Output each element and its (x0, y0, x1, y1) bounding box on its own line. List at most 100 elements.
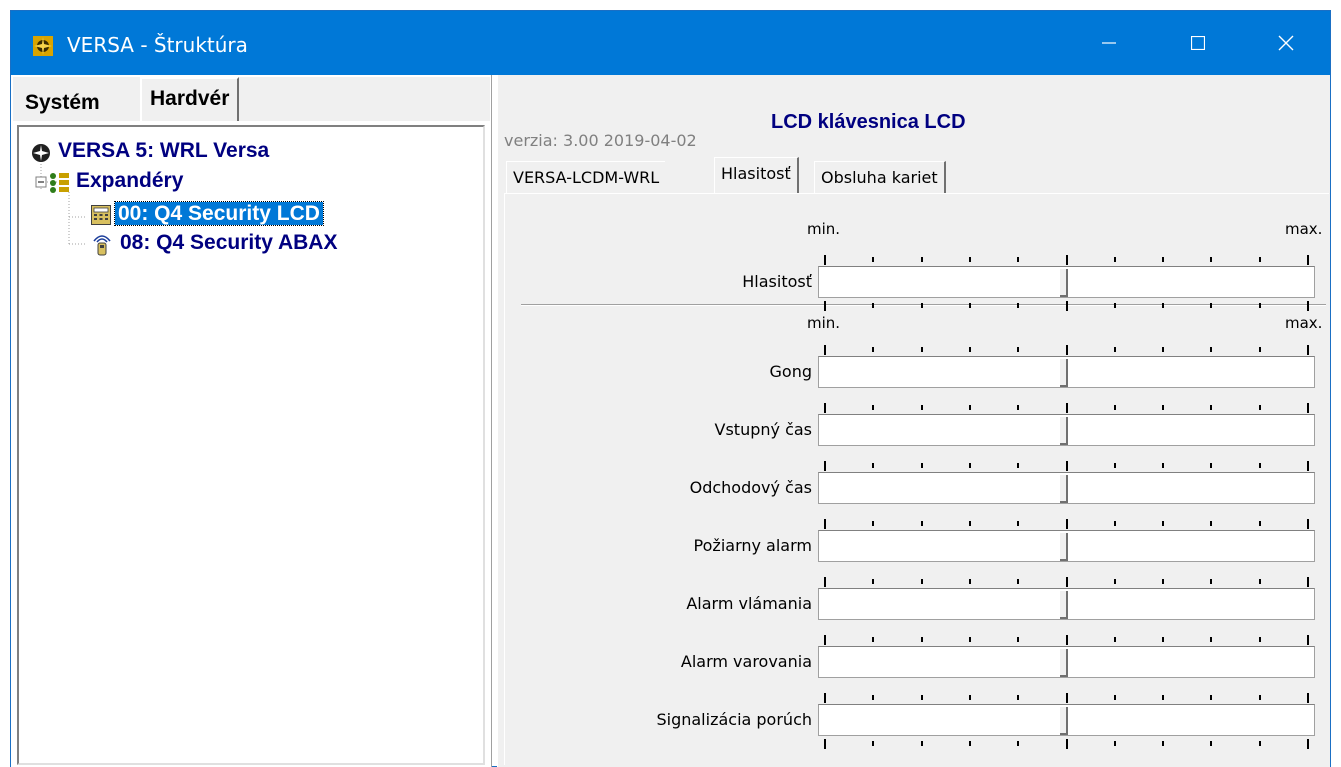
slider-tick (969, 579, 971, 584)
slider-tick (1162, 521, 1164, 526)
slider-thumb[interactable] (1060, 707, 1068, 735)
slider-thumb[interactable] (1060, 417, 1068, 445)
slider-tick (1210, 579, 1212, 584)
tree-group-expandery[interactable]: Expandéry (49, 169, 186, 193)
tab-hlasitost[interactable]: Hlasitosť (714, 157, 799, 193)
slider-track[interactable] (818, 266, 1315, 298)
slider-tick (1114, 463, 1116, 468)
slider-tick (872, 579, 874, 584)
slider-tick (1210, 695, 1212, 700)
slider-tick (969, 521, 971, 526)
expanders-icon (50, 173, 69, 193)
slider-tick (872, 257, 874, 262)
slider-tick (921, 695, 923, 700)
slider-tick (1017, 741, 1019, 746)
slider-tick (872, 521, 874, 526)
slider-tick (1066, 635, 1068, 645)
slider-track[interactable] (818, 414, 1315, 446)
slider-tick (1066, 301, 1068, 311)
slider-tick (1210, 303, 1212, 308)
minimize-icon (1102, 42, 1116, 44)
slider-tick (1114, 257, 1116, 262)
slider-tick (1017, 695, 1019, 700)
slider-tick (969, 303, 971, 308)
slider-tick (1114, 695, 1116, 700)
slider-tick (872, 637, 874, 642)
slider-tick (824, 519, 826, 529)
slider-thumb[interactable] (1060, 533, 1068, 561)
slider-label: Alarm vlámania (686, 594, 812, 613)
slider-track[interactable] (818, 704, 1315, 736)
slider-tick (1210, 405, 1212, 410)
slider-tick (969, 405, 971, 410)
slider-tick (969, 695, 971, 700)
tree-group-label: Expandéry (76, 169, 184, 192)
slider-label: Vstupný čas (714, 420, 812, 439)
slider-tick (1259, 741, 1261, 746)
window-title: VERSA - Štruktúra (67, 33, 248, 57)
slider-track[interactable] (818, 588, 1315, 620)
title-bar[interactable]: VERSA - Štruktúra (11, 11, 1330, 75)
slider-thumb[interactable] (1060, 649, 1068, 677)
tab-versa-lcdm-wrl[interactable]: VERSA-LCDM-WRL (506, 161, 666, 193)
slider-track[interactable] (818, 356, 1315, 388)
slider-tick (1162, 579, 1164, 584)
slider-tick (1114, 521, 1116, 526)
slider-tick (1259, 579, 1261, 584)
slider-tick (1259, 405, 1261, 410)
slider-track[interactable] (818, 646, 1315, 678)
wireless-controller-icon (93, 235, 111, 256)
slider-tick (1259, 521, 1261, 526)
slider-tick (1307, 461, 1309, 471)
tree-item-lcd-label: 00: Q4 Security LCD (114, 201, 324, 226)
device-tab-strip: VERSA-LCDM-WRL Hlasitosť Obsluha kariet (504, 157, 1329, 193)
slider-thumb[interactable] (1060, 269, 1068, 297)
slider-track[interactable] (818, 530, 1315, 562)
slider-tick (1162, 637, 1164, 642)
tree-item-abax[interactable]: 08: Q4 Security ABAX (91, 231, 340, 256)
keypad-icon (91, 205, 111, 225)
slider-tick (1066, 255, 1068, 265)
slider-tick (1210, 463, 1212, 468)
hardware-tree[interactable]: VERSA 5: WRL Versa Expandéry 00: Q4 Secu… (17, 125, 485, 765)
tab-obsluha-kariet[interactable]: Obsluha kariet (814, 161, 946, 193)
slider-tick (1259, 463, 1261, 468)
slider-tick (1210, 347, 1212, 352)
slider-label: Alarm varovania (680, 652, 812, 671)
tree-item-lcd[interactable]: 00: Q4 Security LCD (91, 201, 324, 226)
slider-tick (1017, 637, 1019, 642)
volume-max-label: max. (1285, 220, 1323, 238)
slider-tick (1114, 637, 1116, 642)
slider-tick (1017, 303, 1019, 308)
slider-tick (969, 741, 971, 746)
version-label: verzia: 3.00 2019-04-02 (504, 131, 697, 150)
tree-root[interactable]: VERSA 5: WRL Versa (31, 139, 272, 163)
volume-tab-body: min. max. min. max. Hlasitosť Gong Vstupný… (504, 193, 1329, 765)
tab-hardver[interactable]: Hardvér (140, 77, 240, 121)
tab-system[interactable]: Systém (17, 83, 108, 121)
slider-tick (1307, 403, 1309, 413)
slider-thumb[interactable] (1060, 591, 1068, 619)
slider-tick (1066, 345, 1068, 355)
slider-thumb[interactable] (1060, 359, 1068, 387)
minimize-button[interactable] (1065, 11, 1153, 75)
slider-tick (921, 405, 923, 410)
slider-tick (1307, 255, 1309, 265)
slider-track[interactable] (818, 472, 1315, 504)
slider-tick (1259, 695, 1261, 700)
maximize-button[interactable] (1154, 11, 1242, 75)
slider-thumb[interactable] (1060, 475, 1068, 503)
slider-tick (1066, 577, 1068, 587)
slider-tick (1259, 303, 1261, 308)
slider-tick (1307, 739, 1309, 749)
versa-panel-icon (32, 144, 50, 162)
slider-tick (1162, 347, 1164, 352)
slider-tick (872, 695, 874, 700)
maximize-icon (1191, 36, 1205, 50)
slider-tick (1210, 637, 1212, 642)
slider-tick (1066, 739, 1068, 749)
sounds-max-label: max. (1285, 314, 1323, 332)
slider-tick (824, 577, 826, 587)
sounds-min-label: min. (807, 314, 841, 332)
close-button[interactable] (1242, 11, 1330, 75)
